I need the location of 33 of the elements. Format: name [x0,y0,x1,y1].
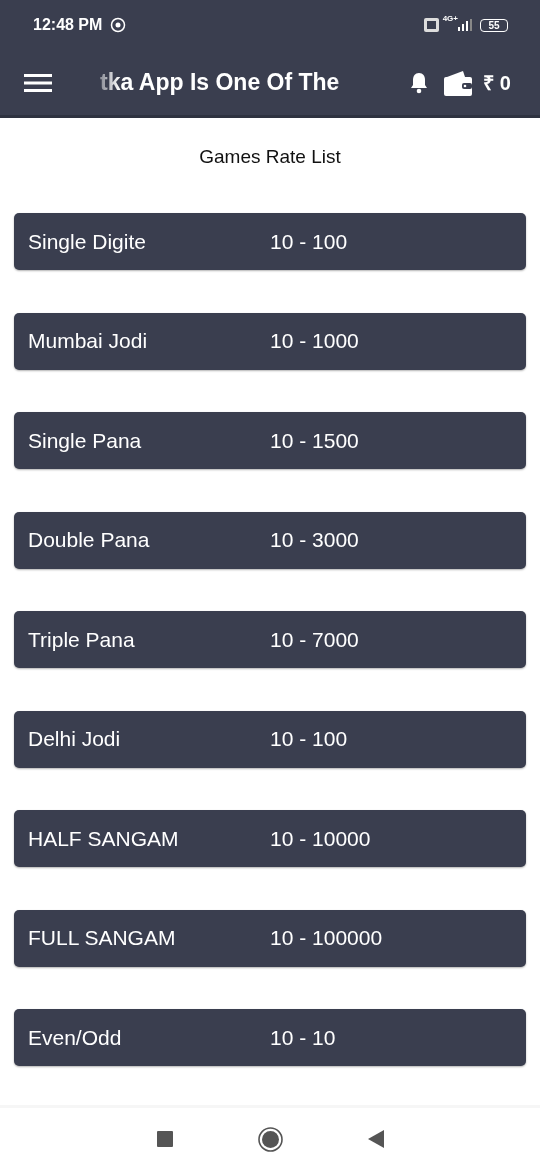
volte-icon [423,18,439,32]
signal-icon [458,19,472,31]
game-rate: 10 - 100000 [270,926,383,950]
network-type: 4G+ [442,14,458,23]
game-name: Double Pana [28,528,151,552]
game-name: Delhi Jodi [28,727,122,751]
game-rate: 10 - 10 [270,1025,336,1050]
game-name: Triple Pana [28,627,136,652]
game-name: Even/Odd [28,1025,123,1050]
page-title: Games Rate List [198,145,342,169]
battery-level: 55 [480,18,508,32]
game-name: FULL SANGAM [28,926,177,950]
game-rate: 10 - 1500 [270,428,359,453]
game-rate: 10 - 10000 [270,826,371,851]
recents-icon[interactable] [156,1131,173,1147]
wallet-balance: ₹ 0 [483,71,511,96]
game-name: Single Pana [28,428,143,453]
game-rate: 10 - 1000 [270,329,359,353]
game-name: Single Digite [28,229,147,254]
game-rate: 10 - 3000 [270,528,359,552]
home-icon[interactable] [257,1126,283,1152]
game-rate: 10 - 100 [270,727,348,751]
game-rate: 10 - 100 [270,229,348,254]
game-rate: 10 - 7000 [270,627,359,652]
back-icon[interactable] [367,1130,384,1148]
wallet-icon[interactable] [443,68,474,97]
bell-icon[interactable] [409,71,430,94]
game-name: HALF SANGAM [28,826,180,851]
notification-icon [110,17,127,33]
status-time: 12:48 PM [33,16,103,34]
menu-icon[interactable] [24,72,52,93]
app-title: tka App Is One Of The [100,69,341,96]
game-name: Mumbai Jodi [28,329,149,353]
